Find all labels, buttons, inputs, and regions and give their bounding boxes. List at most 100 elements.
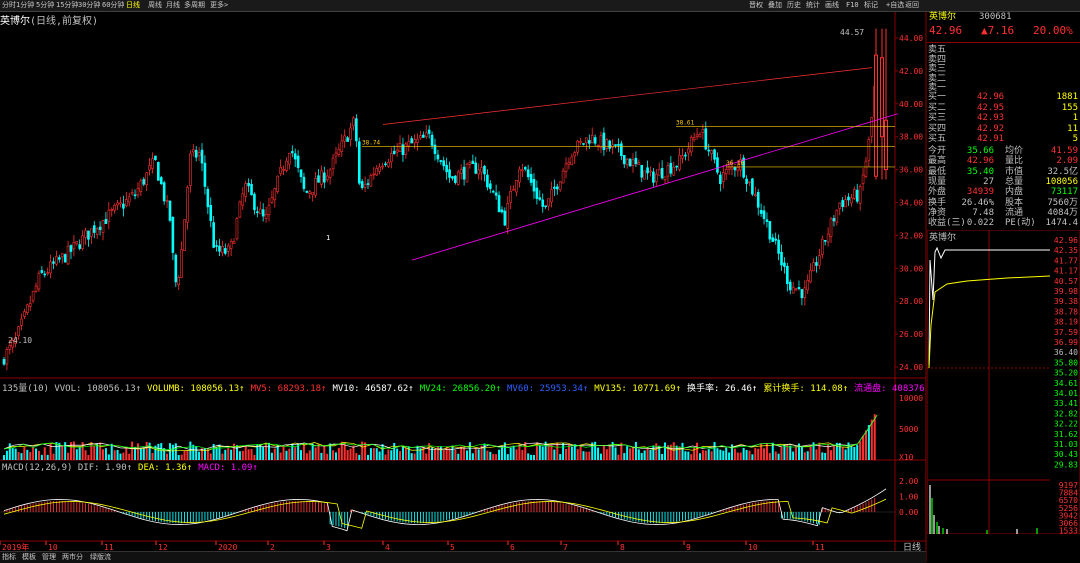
volume-bar <box>311 443 314 460</box>
candle-body-final-2 <box>884 119 888 171</box>
bottom-tabs: 指标 模板 管理 两市分 绿版流 <box>0 551 926 563</box>
bottom-tab-2[interactable]: 管理 <box>42 552 56 563</box>
candle-body <box>529 174 533 183</box>
volume-bar <box>110 443 113 460</box>
volume-bar <box>107 454 110 460</box>
candle-body <box>812 262 815 272</box>
candle-body <box>448 169 451 178</box>
candle-body <box>17 326 20 336</box>
volume-bar <box>617 454 620 460</box>
candle-body <box>754 194 757 196</box>
candle-body <box>454 175 457 183</box>
volume-bar <box>43 447 46 460</box>
indicator-value-8: 累计换手: 114.08↑ <box>763 384 849 394</box>
bottom-tab-3[interactable]: 两市分 <box>62 552 83 563</box>
volume-ma-green <box>3 414 878 450</box>
volume-bar <box>349 448 352 460</box>
volume-bar <box>806 451 809 460</box>
candle-body <box>585 137 588 143</box>
candle-body <box>75 240 79 245</box>
stat-label-a-6: 净资 <box>928 207 947 218</box>
candle-body <box>480 167 483 173</box>
volume-bar <box>725 447 728 460</box>
volume-bar <box>605 449 608 460</box>
candle-body-final-1 <box>880 57 884 138</box>
volume-bar <box>139 448 142 460</box>
volume-bar <box>136 443 139 460</box>
stat-value-a-3: 27 <box>983 176 994 187</box>
volume-bar <box>646 448 649 460</box>
volume-bar <box>527 453 530 460</box>
volume-bar <box>215 447 218 460</box>
volume-bar <box>407 446 410 460</box>
candle-body <box>547 198 550 207</box>
stat-value-a-0: 35.66 <box>966 146 994 156</box>
bottom-tab-4[interactable]: 绿版流 <box>90 552 111 563</box>
candle-body <box>800 289 804 299</box>
volume-bar <box>99 442 102 460</box>
stat-label-b-6: 流通 <box>1005 207 1024 218</box>
volume-bar <box>559 454 562 460</box>
candle-body <box>81 235 84 249</box>
mini-price-tick-19: 31.62 <box>1054 430 1078 439</box>
candle-body <box>786 265 789 284</box>
candle-body <box>60 253 64 258</box>
mini-chart-name: 英博尔 <box>929 231 956 243</box>
volume-bar <box>436 446 439 460</box>
candle-body <box>215 245 218 247</box>
candle-body <box>206 188 210 208</box>
volume-bars <box>3 414 876 460</box>
candle-body <box>716 157 719 173</box>
volume-bar <box>177 455 180 460</box>
candle-body <box>191 149 195 153</box>
candle-body <box>253 193 256 211</box>
volume-bar <box>166 453 169 460</box>
volume-bar <box>789 445 792 460</box>
candle-body <box>226 245 230 252</box>
bottom-tab-0[interactable]: 指标 <box>2 552 16 563</box>
volume-bar <box>576 449 579 460</box>
candle-body <box>724 168 728 175</box>
intraday-mini-chart[interactable]: 英博尔 42.9642.3541.7741.1740.5739.9839.3838… <box>927 230 1080 534</box>
volume-bar <box>687 451 690 460</box>
volume-bar <box>72 441 75 460</box>
volume-bar <box>506 454 509 460</box>
stat-value-b-5: 7560万 <box>1047 197 1078 208</box>
candle-body <box>37 272 41 290</box>
volume-bar <box>364 442 367 460</box>
candle-body <box>331 157 335 170</box>
candle-body <box>698 133 702 138</box>
candle-body <box>695 134 699 138</box>
volume-bar <box>783 444 786 460</box>
volume-bar <box>873 414 876 460</box>
candle-body <box>119 202 122 205</box>
candle-body <box>721 172 725 182</box>
volume-bar <box>538 445 541 460</box>
candle-body <box>340 140 344 152</box>
volume-bar <box>515 449 518 460</box>
volume-bar <box>157 443 160 460</box>
candle-body <box>521 169 524 172</box>
candle-body <box>28 303 32 307</box>
low-label: 24.10 <box>8 336 32 345</box>
candle-body <box>154 155 157 160</box>
volume-bar <box>78 446 81 460</box>
candle-body <box>413 139 416 144</box>
candle-body <box>320 170 323 185</box>
volume-bar <box>466 450 469 460</box>
candle-body <box>602 132 606 151</box>
volume-bar <box>23 447 26 460</box>
candle-body <box>582 143 585 145</box>
candle-body <box>523 167 527 170</box>
volume-bar <box>492 454 495 460</box>
mini-price-tick-2: 41.77 <box>1054 256 1078 265</box>
candle-body <box>288 153 291 165</box>
quote-divider <box>927 42 1080 43</box>
volume-bar <box>61 445 64 460</box>
bottom-tab-1[interactable]: 模板 <box>22 552 36 563</box>
volume-bar <box>67 452 70 460</box>
candle-body <box>518 168 521 183</box>
indicator-value-2: MV5: 68293.18↑ <box>250 384 327 394</box>
volume-bar <box>532 454 535 460</box>
chart-canvas[interactable]: 44.00 42.00 40.00 38.00 36.00 34.00 32.00 30.00… <box>0 0 927 562</box>
